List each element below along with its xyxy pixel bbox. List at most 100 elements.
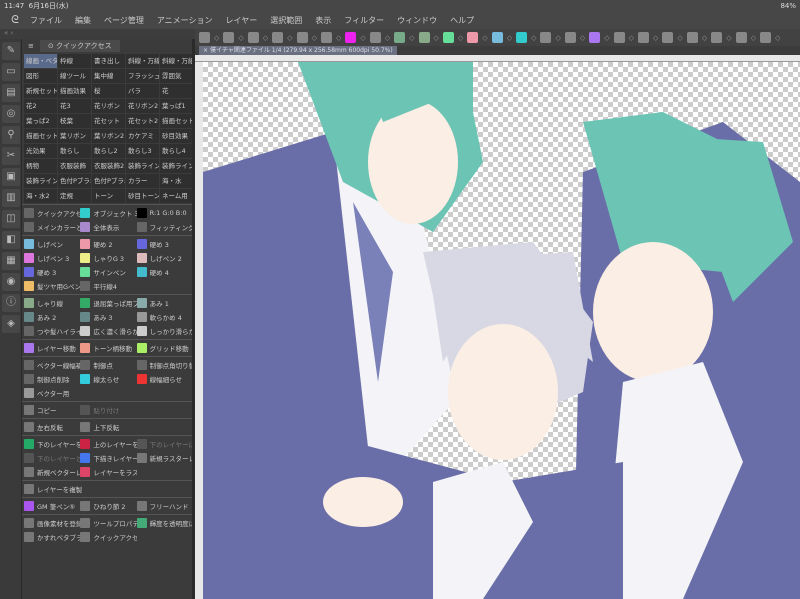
- menu-item[interactable]: ウィンドウ: [397, 15, 437, 26]
- toolbar-command-icon[interactable]: [296, 32, 308, 43]
- quick-access-item[interactable]: あみ 1: [136, 297, 193, 309]
- quick-access-item[interactable]: しげペン 3: [24, 252, 80, 264]
- set-button[interactable]: 描画セット:: [24, 129, 57, 143]
- set-button[interactable]: 葉っぱ2: [24, 114, 57, 128]
- quick-access-item[interactable]: クイックアクセス: [80, 531, 137, 543]
- toolbar-command-icon[interactable]: [638, 32, 650, 43]
- set-button[interactable]: 葉っぱ1: [160, 99, 193, 113]
- quick-access-item[interactable]: 画像素材を登録: [24, 517, 80, 529]
- set-button[interactable]: 図形: [24, 69, 57, 83]
- set-button[interactable]: 葉リボン: [58, 129, 91, 143]
- quick-access-item[interactable]: 広く濃く滑らか削: [80, 325, 137, 337]
- set-button[interactable]: 描画セット: [160, 114, 193, 128]
- quick-access-item[interactable]: あみ 3: [80, 311, 136, 323]
- set-button[interactable]: 柄物: [24, 159, 57, 173]
- quick-access-item[interactable]: ベクター線幅補正: [24, 359, 80, 371]
- set-button[interactable]: 光効果: [24, 144, 57, 158]
- expand-icon[interactable]: ◇: [775, 34, 780, 42]
- toolbar-command-icon[interactable]: [686, 32, 698, 43]
- tab-quick-access[interactable]: ⊙ クイックアクセス: [39, 40, 120, 52]
- quick-access-item[interactable]: 制御点: [80, 359, 136, 371]
- quick-access-item[interactable]: あみ 2: [24, 311, 80, 323]
- set-button[interactable]: 砂目トーン: [126, 189, 159, 203]
- quick-access-item[interactable]: R:1 G:0 B:0: [136, 207, 193, 219]
- expand-icon[interactable]: ◇: [238, 34, 243, 42]
- set-button[interactable]: 新規セット: [24, 84, 57, 98]
- toolbar-command-icon[interactable]: [442, 32, 454, 43]
- set-button[interactable]: 集中線: [92, 69, 125, 83]
- quick-access-item[interactable]: 軟らかめ 4: [136, 311, 193, 323]
- expand-icon[interactable]: ◇: [677, 34, 682, 42]
- tool-icon[interactable]: ▤: [2, 84, 20, 102]
- document-tab[interactable]: × 僕イチャ関連ファイル 1/4 (279.94 x 256.58mm 600d…: [199, 46, 397, 55]
- quick-access-item[interactable]: 下描きレイヤーに: [80, 452, 137, 464]
- set-button[interactable]: 海・水: [160, 174, 193, 188]
- tool-icon[interactable]: ⚲: [2, 126, 20, 144]
- menu-item[interactable]: ヘルプ: [450, 15, 474, 26]
- tool-icon[interactable]: ▦: [2, 252, 20, 270]
- expand-icon[interactable]: ◇: [702, 34, 707, 42]
- menu-icon[interactable]: ≡: [28, 42, 34, 50]
- quick-access-item[interactable]: 線太らせ: [80, 373, 136, 385]
- set-button[interactable]: 花3: [58, 99, 91, 113]
- expand-icon[interactable]: ◇: [629, 34, 634, 42]
- menu-item[interactable]: フィルター: [344, 15, 384, 26]
- expand-icon[interactable]: ◇: [726, 34, 731, 42]
- tool-icon[interactable]: ◧: [2, 231, 20, 249]
- toolbar-command-icon[interactable]: [759, 32, 771, 43]
- quick-access-item[interactable]: ひねり節 2: [80, 500, 136, 512]
- set-button[interactable]: 枝葉: [58, 114, 91, 128]
- expand-icon[interactable]: ◇: [409, 34, 414, 42]
- toolbar-command-icon[interactable]: [247, 32, 259, 43]
- tool-icon[interactable]: ◉: [2, 273, 20, 291]
- toolbar-command-icon[interactable]: [394, 32, 406, 43]
- set-button[interactable]: 装飾ライン: [24, 174, 57, 188]
- set-button[interactable]: 装飾ライン: [126, 159, 159, 173]
- quick-access-item[interactable]: 制御点角切り替え: [136, 359, 193, 371]
- set-button[interactable]: 枠線: [58, 54, 91, 68]
- tool-icon[interactable]: ⓘ: [2, 294, 20, 312]
- canvas[interactable]: [203, 62, 800, 599]
- quick-access-item[interactable]: オブジェクト 3: [80, 207, 137, 219]
- expand-icon[interactable]: ◇: [555, 34, 560, 42]
- expand-icon[interactable]: ◇: [507, 34, 512, 42]
- quick-access-item[interactable]: 制御点削除: [24, 373, 80, 385]
- set-button[interactable]: 散らし: [58, 144, 91, 158]
- expand-icon[interactable]: ◇: [458, 34, 463, 42]
- set-button[interactable]: 雰囲気: [160, 69, 193, 83]
- expand-icon[interactable]: ◇: [336, 34, 341, 42]
- toolbar-command-icon[interactable]: [589, 32, 601, 43]
- expand-icon[interactable]: ◇: [263, 34, 268, 42]
- toolbar-command-icon[interactable]: [564, 32, 576, 43]
- toolbar-command-icon[interactable]: [418, 32, 430, 43]
- menu-item[interactable]: レイヤー: [226, 15, 258, 26]
- quick-access-item[interactable]: ツールプロパティ: [80, 517, 137, 529]
- quick-access-item[interactable]: トーン柄移動: [80, 342, 136, 354]
- tool-icon[interactable]: ▥: [2, 189, 20, 207]
- toolbar-command-icon[interactable]: [491, 32, 503, 43]
- toolbar-command-icon[interactable]: [467, 32, 479, 43]
- toolbar-command-icon[interactable]: [540, 32, 552, 43]
- tool-icon[interactable]: ◈: [2, 315, 20, 333]
- menu-item[interactable]: ファイル: [30, 15, 62, 26]
- quick-access-item[interactable]: フィッティング: [136, 221, 193, 233]
- set-button[interactable]: 葉リボン2: [92, 129, 125, 143]
- set-button[interactable]: バラ: [126, 84, 159, 98]
- set-button[interactable]: 斜線・万紙: [160, 54, 193, 68]
- set-button[interactable]: 花セット2: [126, 114, 159, 128]
- quick-access-item[interactable]: 硬め 3: [24, 266, 80, 278]
- set-button[interactable]: 花: [160, 84, 193, 98]
- quick-access-item[interactable]: クイックアクセス: [24, 207, 80, 219]
- quick-access-item[interactable]: レイヤーをラスタ: [80, 466, 137, 478]
- set-button[interactable]: 桜: [92, 84, 125, 98]
- set-button[interactable]: 描画効果: [58, 84, 91, 98]
- quick-access-item[interactable]: サインペン: [80, 266, 136, 278]
- set-button[interactable]: 散らし3: [126, 144, 159, 158]
- quick-access-item[interactable]: かすれベタブラシ: [24, 531, 80, 543]
- menu-item[interactable]: 選択範囲: [270, 15, 302, 26]
- quick-access-item[interactable]: 上のレイヤーを結: [80, 438, 137, 450]
- set-button[interactable]: カケアミ: [126, 129, 159, 143]
- tool-icon[interactable]: ◫: [2, 210, 20, 228]
- set-button[interactable]: 線ツール: [58, 69, 91, 83]
- toolbar-command-icon[interactable]: [320, 32, 332, 43]
